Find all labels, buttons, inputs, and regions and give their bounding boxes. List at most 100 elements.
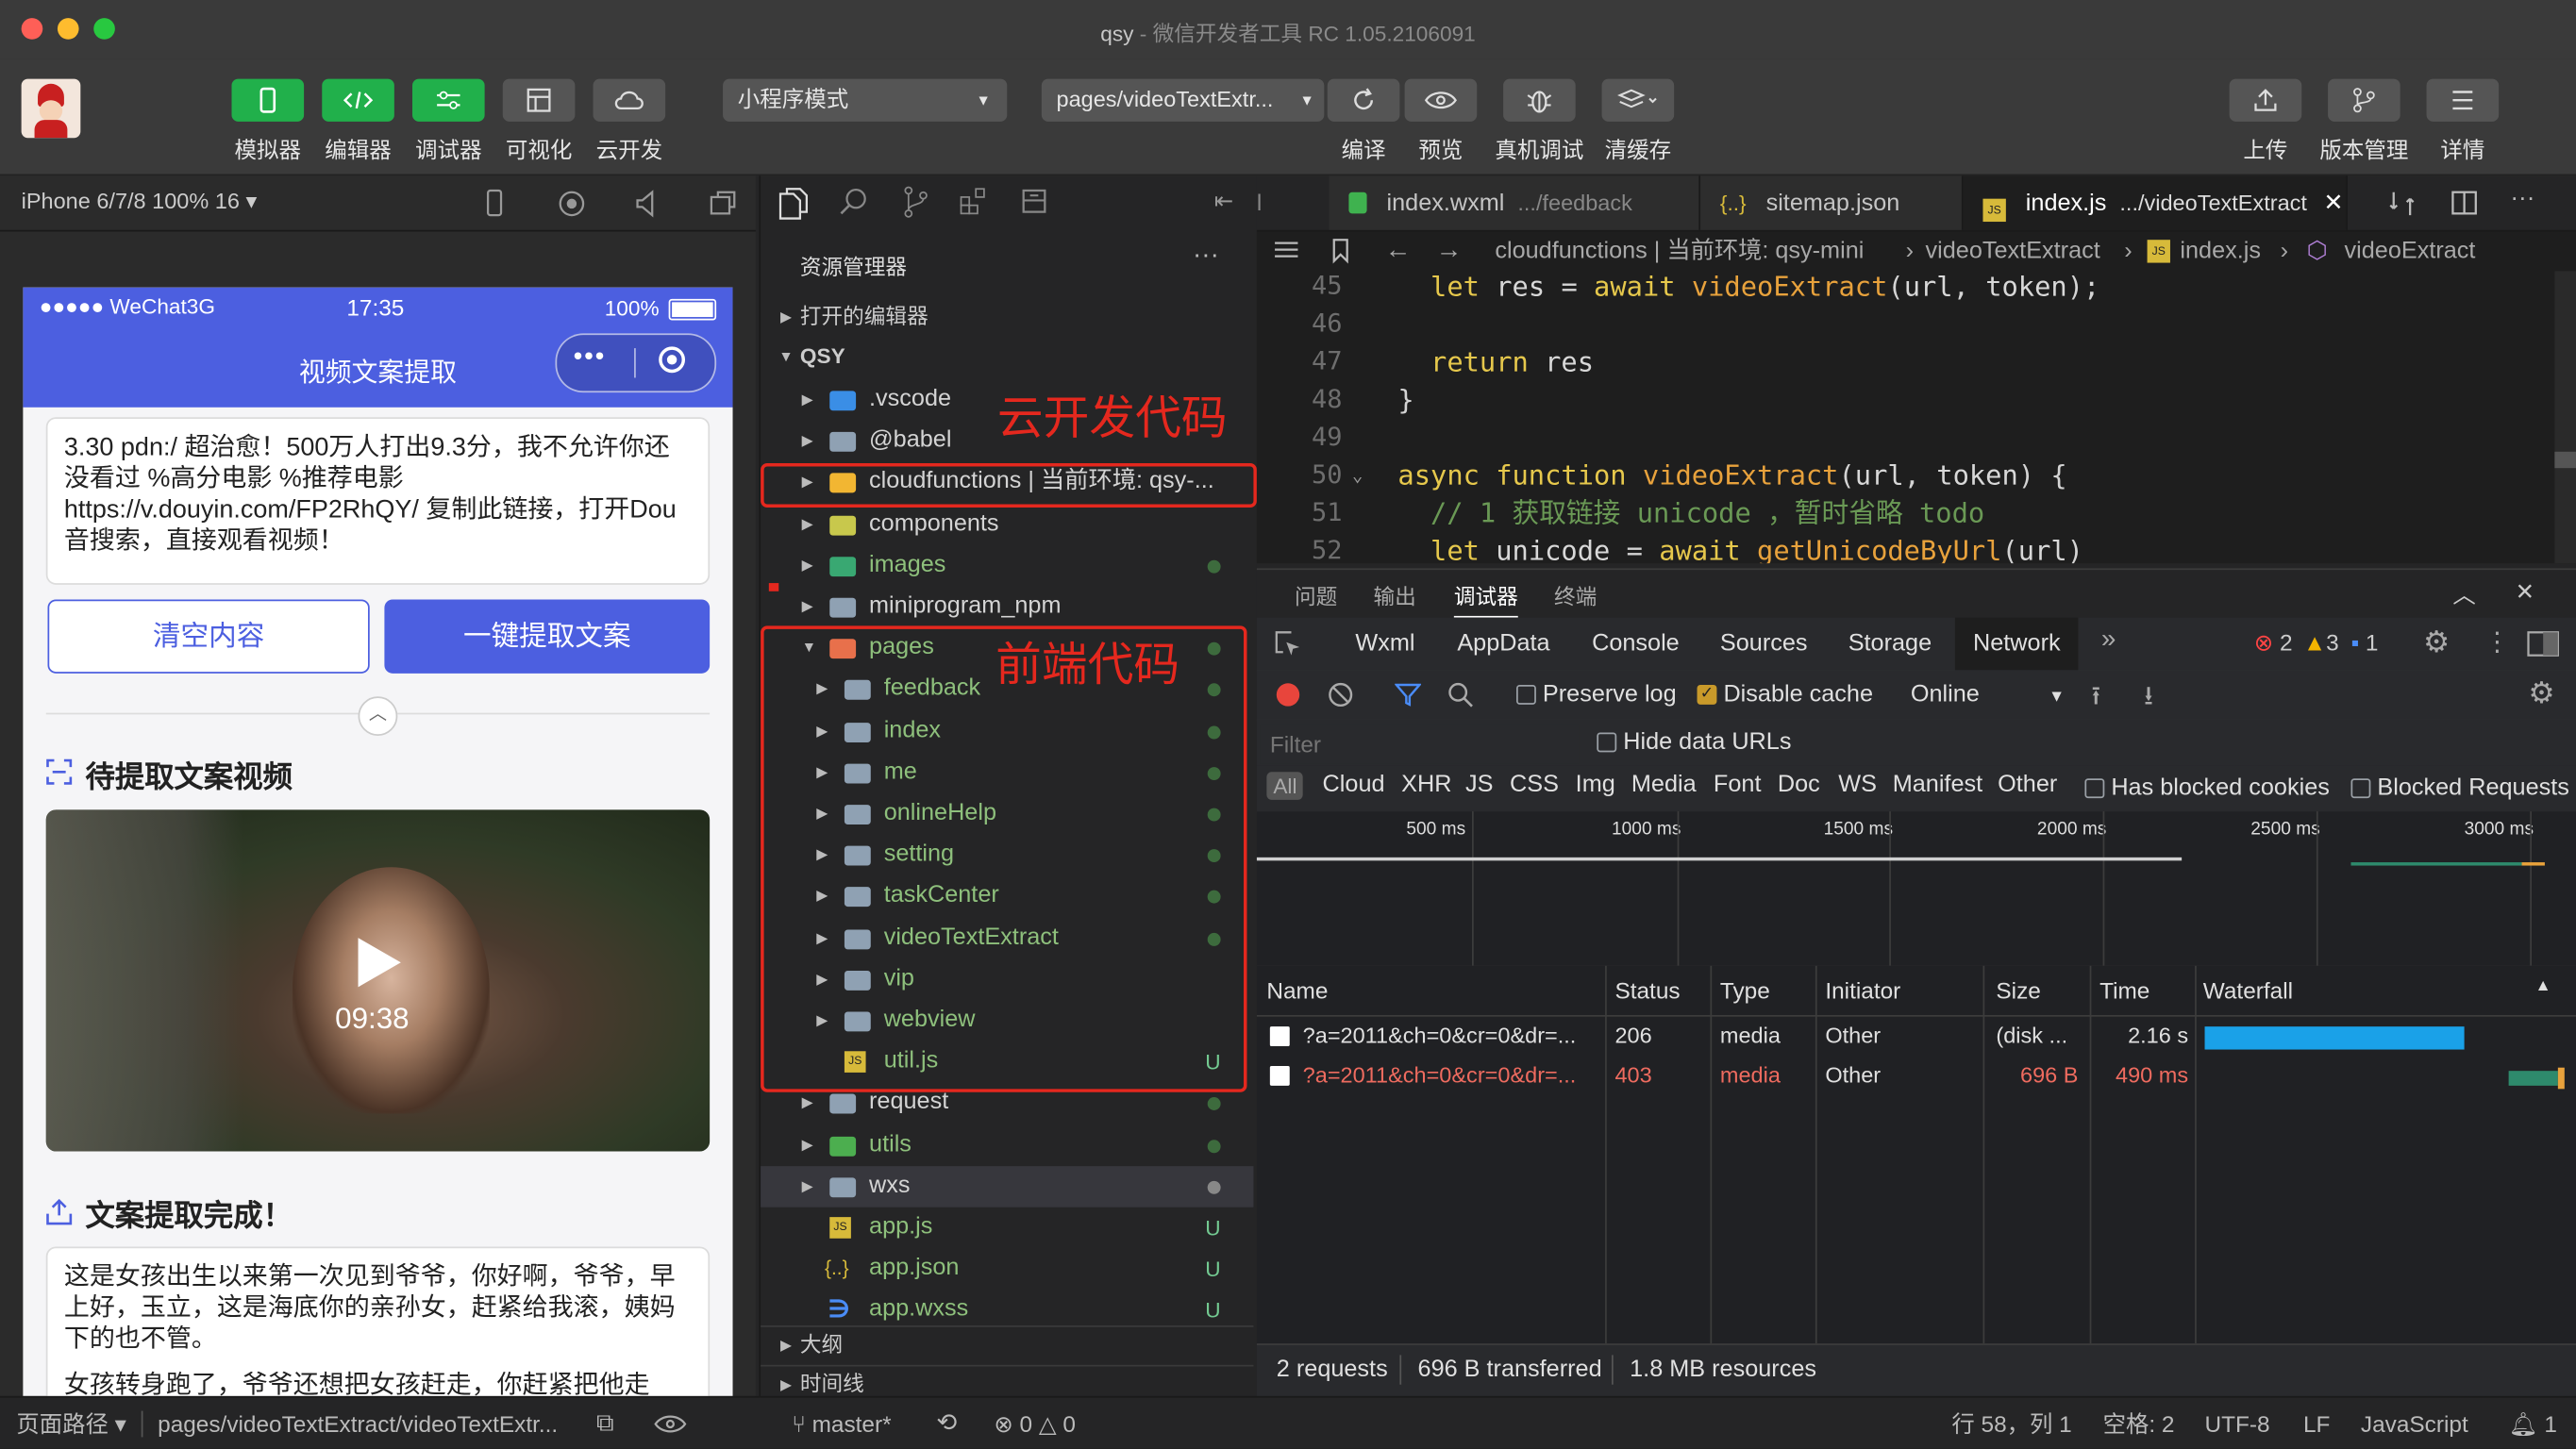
info-count[interactable]: ▪ 1	[2350, 629, 2378, 656]
column-header[interactable]: Type	[1720, 977, 1770, 1004]
details-button[interactable]	[2426, 78, 2500, 122]
cursor-position[interactable]: 行 58，列 1	[1951, 1398, 2071, 1449]
more-icon[interactable]: •••	[574, 343, 606, 373]
extensions-icon[interactable]	[960, 187, 989, 216]
dock-icon[interactable]	[2527, 631, 2560, 658]
breadcrumb-item[interactable]: cloudfunctions | 当前环境: qsy-mini	[1495, 231, 1864, 271]
gear-icon[interactable]: ⚙	[2423, 625, 2450, 660]
version-button[interactable]	[2328, 78, 2400, 122]
fold-chevron-icon[interactable]: ⌄	[1352, 457, 1363, 494]
language-mode[interactable]: JavaScript	[2361, 1398, 2468, 1449]
type-filter[interactable]: Manifest	[1893, 772, 1982, 798]
indentation[interactable]: 空格: 2	[2103, 1398, 2175, 1449]
eye-icon[interactable]	[654, 1414, 687, 1434]
chevron-up-icon[interactable]: ︿	[2452, 578, 2475, 611]
scrollbar[interactable]	[2554, 271, 2576, 564]
inspect-icon[interactable]	[1275, 631, 1301, 658]
tree-item[interactable]: ▶ components	[761, 504, 1253, 545]
panel-tab[interactable]: AppData	[1439, 618, 1568, 671]
simulator-toggle-button[interactable]	[231, 78, 305, 122]
copy-icon[interactable]: ⧉	[596, 1398, 614, 1449]
line-ending[interactable]: LF	[2303, 1398, 2330, 1449]
column-header[interactable]: Time	[2099, 977, 2149, 1004]
type-filter[interactable]: Img	[1576, 772, 1615, 798]
blocked-cookies-checkbox[interactable]: Has blocked cookies	[2084, 775, 2330, 802]
encoding[interactable]: UTF-8	[2205, 1398, 2270, 1449]
type-filter[interactable]: Cloud	[1323, 772, 1385, 798]
close-tab-icon[interactable]: ✕	[2323, 191, 2343, 217]
compile-button[interactable]	[1327, 78, 1400, 122]
column-header[interactable]: Name	[1266, 977, 1328, 1004]
breadcrumb-item[interactable]: index.js	[2180, 231, 2261, 271]
capsule-menu[interactable]: •••	[555, 333, 717, 393]
code-editor[interactable]: 45 let res = await videoExtract(url, tok…	[1256, 271, 2576, 564]
list-icon[interactable]	[1273, 240, 1299, 262]
panel-tab[interactable]: Storage	[1831, 618, 1950, 671]
arrow-right-icon[interactable]: →	[1436, 231, 1463, 271]
export-har-icon[interactable]: ⭳	[2144, 678, 2153, 723]
column-header[interactable]: Size	[1996, 977, 2040, 1004]
volume-icon[interactable]	[632, 189, 661, 218]
error-count[interactable]: ⊗ 2	[2254, 629, 2293, 658]
column-header[interactable]: Initiator	[1825, 977, 1900, 1004]
type-filter[interactable]: Font	[1714, 772, 1762, 798]
type-filter[interactable]: Other	[1998, 772, 2057, 798]
cloud-dev-button[interactable]	[593, 78, 666, 122]
preview-button[interactable]	[1404, 78, 1478, 122]
bookmark-icon[interactable]	[1330, 238, 1350, 264]
filter-icon[interactable]	[1395, 683, 1422, 707]
more-panels-icon[interactable]: »	[2101, 625, 2116, 655]
avatar[interactable]	[21, 78, 81, 139]
remote-debug-button[interactable]	[1503, 78, 1576, 122]
breadcrumb-item[interactable]: videoExtract	[2345, 231, 2476, 271]
panel-tab[interactable]: Network	[1954, 617, 2079, 671]
tree-item[interactable]: ▶ wxs	[761, 1165, 1254, 1208]
kebab-icon[interactable]: ⋮	[2484, 625, 2510, 658]
record-button[interactable]	[1276, 683, 1300, 707]
phone-icon[interactable]	[481, 189, 508, 218]
popout-icon[interactable]	[708, 189, 737, 218]
git-branch-icon[interactable]	[900, 186, 929, 219]
more-actions-icon[interactable]: ···	[2510, 184, 2534, 212]
more-actions-icon[interactable]: ···	[1193, 242, 1219, 271]
breadcrumb-item[interactable]: videoTextExtract	[1926, 231, 2100, 271]
type-filter[interactable]: XHR	[1401, 772, 1451, 798]
tab-index-wxml[interactable]: index.wxml .../feedback	[1329, 175, 1701, 230]
throttle-select[interactable]: Online ▼	[1911, 682, 2065, 708]
type-filter[interactable]: Media	[1631, 772, 1697, 798]
editor-toggle-button[interactable]	[322, 78, 394, 122]
devtools-tab[interactable]: 终端	[1554, 580, 1597, 611]
gear-icon[interactable]: ⚙	[2529, 676, 2555, 711]
clear-icon[interactable]	[1328, 682, 1354, 708]
type-filter[interactable]: Doc	[1778, 772, 1820, 798]
clear-cache-button[interactable]	[1601, 78, 1675, 122]
notifications[interactable]: 🔔︎ 1	[2509, 1398, 2557, 1449]
close-miniprogram-icon[interactable]	[659, 346, 686, 374]
files-icon[interactable]	[778, 187, 808, 220]
devtools-tab[interactable]: 问题	[1295, 580, 1337, 611]
column-header[interactable]: Status	[1614, 977, 1680, 1004]
tree-item[interactable]: ▶ miniprogram_npm	[761, 587, 1253, 628]
debugger-toggle-button[interactable]	[412, 78, 485, 122]
tree-item[interactable]: {..} app.json U	[761, 1249, 1253, 1291]
device-select[interactable]: iPhone 6/7/8 100% 16 ▾	[22, 189, 258, 215]
clear-button[interactable]: 清空内容	[47, 599, 370, 674]
project-section[interactable]: ▼ QSY	[761, 337, 1253, 376]
filter-input[interactable]	[1260, 724, 1580, 764]
page-select[interactable]: pages/videoTextExtr... ▼	[1041, 78, 1325, 122]
arrow-left-icon[interactable]: ←	[1385, 231, 1412, 271]
storage-icon[interactable]	[1020, 187, 1049, 216]
collapse-icon[interactable]: ︿	[358, 696, 398, 736]
upload-button[interactable]	[2229, 78, 2302, 122]
type-filter[interactable]: WS	[1838, 772, 1877, 798]
panel-tab[interactable]: Sources	[1702, 618, 1826, 671]
page-path-label[interactable]: 页面路径 ▾	[16, 1398, 126, 1449]
git-branch[interactable]: ⑂ master*	[792, 1398, 891, 1449]
column-header[interactable]: Waterfall	[2203, 977, 2293, 1004]
warning-count[interactable]: ▲3	[2303, 629, 2339, 656]
link-input[interactable]: 3.30 pdn:/ 超治愈！500万人打出9.3分，我不允许你还没看过 %高分…	[45, 417, 711, 585]
visual-button[interactable]	[502, 78, 576, 122]
panel-tab[interactable]: Wxml	[1337, 618, 1432, 671]
tab-sitemap-json[interactable]: {..} sitemap.json	[1700, 175, 1964, 230]
search-icon[interactable]	[1447, 682, 1474, 708]
